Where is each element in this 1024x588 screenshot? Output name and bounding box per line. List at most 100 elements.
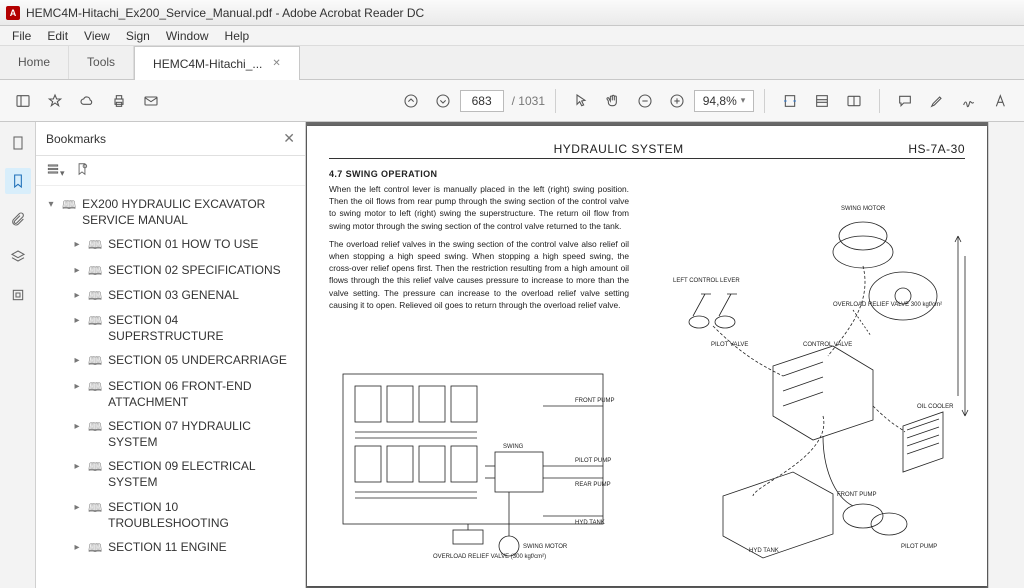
more-tools-button[interactable] [986, 86, 1016, 116]
thumbnails-button[interactable] [5, 130, 31, 156]
page-header-center: HYDRAULIC SYSTEM [554, 142, 684, 156]
page-header-right: HS-7A-30 [908, 142, 965, 156]
tab-home[interactable]: Home [0, 45, 69, 79]
bookmarks-tree[interactable]: ▾ 🕮 EX200 HYDRAULIC EXCAVATOR SERVICE MA… [36, 186, 305, 588]
bookmark-label: SECTION 07 HYDRAULIC SYSTEM [108, 418, 295, 450]
bookmark-item[interactable]: ▸🕮SECTION 11 ENGINE [42, 535, 299, 560]
tab-tools-label: Tools [87, 55, 115, 69]
menu-help[interactable]: Help [217, 27, 258, 45]
bookmark-icon: 🕮 [88, 353, 102, 369]
comment-button[interactable] [890, 86, 920, 116]
page-up-button[interactable] [396, 86, 426, 116]
svg-text:HYD TANK: HYD TANK [749, 548, 779, 554]
chevron-right-icon[interactable]: ▸ [72, 264, 82, 278]
layers-button[interactable] [5, 244, 31, 270]
svg-text:FRONT PUMP: FRONT PUMP [837, 492, 877, 498]
bookmark-icon: 🕮 [88, 500, 102, 516]
bookmark-item[interactable]: ▸🕮SECTION 02 SPECIFICATIONS [42, 258, 299, 283]
menu-view[interactable]: View [76, 27, 118, 45]
bookmarks-button[interactable] [5, 168, 31, 194]
menu-sign[interactable]: Sign [118, 27, 158, 45]
bookmarks-panel: Bookmarks ✕ ▾ ▾ 🕮 EX200 HYDRAULIC EXCAVA… [36, 122, 306, 588]
close-tab-icon[interactable]: ✕ [272, 58, 280, 69]
document-tabs: Home Tools HEMC4M-Hitachi_... ✕ [0, 46, 1024, 80]
highlight-button[interactable] [922, 86, 952, 116]
bookmark-label: SECTION 05 UNDERCARRIAGE [108, 352, 295, 368]
read-mode-button[interactable] [839, 86, 869, 116]
svg-text:LEFT CONTROL LEVER: LEFT CONTROL LEVER [673, 278, 740, 284]
print-button[interactable] [104, 86, 134, 116]
bookmark-options-button[interactable]: ▾ [46, 162, 65, 179]
bookmark-item[interactable]: ▸🕮SECTION 07 HYDRAULIC SYSTEM [42, 414, 299, 454]
zoom-out-button[interactable] [630, 86, 660, 116]
hand-button[interactable] [598, 86, 628, 116]
svg-text:PILOT PUMP: PILOT PUMP [901, 544, 937, 550]
hydraulic-assembly-diagram: SWING MOTOR CONTROL VALVE LEFT CONTROL L… [653, 196, 973, 576]
bookmark-item[interactable]: ▸🕮SECTION 06 FRONT-END ATTACHMENT [42, 374, 299, 414]
chevron-right-icon[interactable]: ▸ [72, 238, 82, 252]
cloud-button[interactable] [72, 86, 102, 116]
svg-text:OVERLOAD RELIEF VALVE 300 kgf/: OVERLOAD RELIEF VALVE 300 kgf/cm² [833, 302, 942, 308]
document-view[interactable]: HYDRAULIC SYSTEM HS-7A-30 4.7 SWING OPER… [306, 122, 988, 588]
tab-tools[interactable]: Tools [69, 45, 134, 79]
find-bookmark-button[interactable] [75, 162, 89, 179]
bookmark-item[interactable]: ▸🕮SECTION 03 GENENAL [42, 283, 299, 308]
page-number-input[interactable] [460, 90, 504, 112]
menu-bar: File Edit View Sign Window Help [0, 26, 1024, 46]
bookmark-icon: 🕮 [88, 288, 102, 304]
bookmark-label: SECTION 11 ENGINE [108, 539, 295, 555]
sign-button[interactable] [954, 86, 984, 116]
svg-text:HYD TANK: HYD TANK [575, 520, 605, 526]
right-rail[interactable] [988, 122, 1024, 588]
bookmark-item[interactable]: ▸🕮SECTION 09 ELECTRICAL SYSTEM [42, 454, 299, 494]
chevron-right-icon[interactable]: ▸ [72, 460, 82, 474]
bookmark-icon: 🕮 [62, 197, 76, 213]
bookmark-item[interactable]: ▸🕮SECTION 10 TROUBLESHOOTING [42, 495, 299, 535]
body-paragraph: The overload relief valves in the swing … [329, 238, 629, 311]
bookmarks-toolbar: ▾ [36, 156, 305, 186]
page-down-button[interactable] [428, 86, 458, 116]
close-panel-icon[interactable]: ✕ [283, 130, 295, 147]
chevron-right-icon[interactable]: ▸ [72, 380, 82, 394]
menu-window[interactable]: Window [158, 27, 217, 45]
tab-document[interactable]: HEMC4M-Hitachi_... ✕ [134, 46, 300, 80]
svg-text:FRONT PUMP: FRONT PUMP [575, 398, 615, 404]
svg-text:CONTROL VALVE: CONTROL VALVE [803, 342, 852, 348]
svg-text:REAR PUMP: REAR PUMP [575, 482, 611, 488]
fit-width-button[interactable] [775, 86, 805, 116]
signatures-button[interactable] [5, 282, 31, 308]
section-title: 4.7 SWING OPERATION [329, 169, 965, 179]
bookmark-root[interactable]: ▾ 🕮 EX200 HYDRAULIC EXCAVATOR SERVICE MA… [42, 192, 299, 232]
svg-text:SWING MOTOR: SWING MOTOR [523, 544, 568, 550]
chevron-right-icon[interactable]: ▸ [72, 420, 82, 434]
left-rail [0, 122, 36, 588]
chevron-right-icon[interactable]: ▸ [72, 541, 82, 555]
pointer-button[interactable] [566, 86, 596, 116]
chevron-right-icon[interactable]: ▸ [72, 289, 82, 303]
bookmark-label: SECTION 09 ELECTRICAL SYSTEM [108, 458, 295, 490]
bookmark-item[interactable]: ▸ 🕮 SECTION 05 UNDERCARRIAGE [42, 348, 299, 373]
main-toolbar: / 1031 94,8%▾ [0, 80, 1024, 122]
bookmark-icon: 🕮 [88, 237, 102, 253]
mail-button[interactable] [136, 86, 166, 116]
svg-text:OVERLOAD RELIEF VALVE (300 kgf: OVERLOAD RELIEF VALVE (300 kgf/cm²) [433, 554, 546, 560]
bookmark-item[interactable]: ▸🕮SECTION 04 SUPERSTRUCTURE [42, 308, 299, 348]
attachments-button[interactable] [5, 206, 31, 232]
chevron-right-icon[interactable]: ▸ [72, 501, 82, 515]
chevron-right-icon[interactable]: ▸ [72, 314, 82, 328]
star-button[interactable] [40, 86, 70, 116]
app-icon: A [6, 6, 20, 20]
chevron-down-icon[interactable]: ▾ [46, 198, 56, 212]
sidebar-toggle-button[interactable] [8, 86, 38, 116]
tab-document-label: HEMC4M-Hitachi_... [153, 57, 262, 71]
chevron-right-icon[interactable]: ▸ [72, 354, 82, 368]
zoom-dropdown[interactable]: 94,8%▾ [694, 90, 754, 112]
menu-edit[interactable]: Edit [39, 27, 76, 45]
zoom-in-button[interactable] [662, 86, 692, 116]
svg-text:OIL COOLER: OIL COOLER [917, 404, 954, 410]
fit-page-button[interactable] [807, 86, 837, 116]
menu-file[interactable]: File [4, 27, 39, 45]
bookmark-item[interactable]: ▸ 🕮 SECTION 01 HOW TO USE [42, 232, 299, 257]
svg-text:PILOT PUMP: PILOT PUMP [575, 458, 611, 464]
bookmark-label: SECTION 01 HOW TO USE [108, 236, 295, 252]
